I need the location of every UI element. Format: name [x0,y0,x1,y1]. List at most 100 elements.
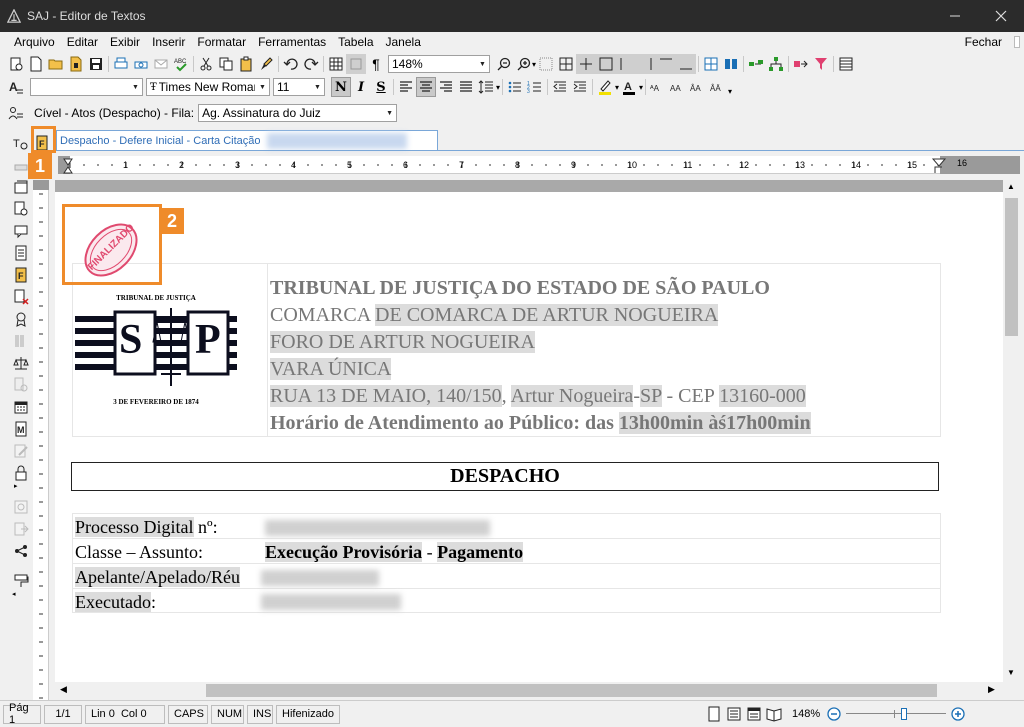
line-spacing-button[interactable] [476,77,496,97]
lock-button[interactable] [11,463,31,483]
insert-field-button[interactable] [746,54,766,74]
shrink-font-button[interactable]: ÂÄ [708,77,728,97]
redo-button[interactable] [301,54,321,74]
insert-table-button[interactable] [326,54,346,74]
open-recent-button[interactable] [66,54,86,74]
scroll-left-icon[interactable]: ◀ [60,684,67,695]
tool-14-button[interactable]: M [11,419,31,439]
tool-11-button[interactable] [11,353,31,373]
document-page[interactable]: FINALIZADO TRIBUNAL DE JUSTIÇA S P 3 DE … [55,192,1003,682]
tool-5-button[interactable] [11,221,31,241]
horizontal-scroll-thumb[interactable] [206,684,937,697]
menu-formatar[interactable]: Formatar [191,35,252,49]
spellcheck-button[interactable]: ABC [171,54,191,74]
menu-ferramentas[interactable]: Ferramentas [252,35,332,49]
tool-18-button[interactable] [11,519,31,539]
zoom-out-button[interactable] [494,54,514,74]
print-preview-button[interactable] [131,54,151,74]
text-tools-button[interactable]: T [11,133,31,153]
bold-button[interactable]: N [331,77,351,97]
horizontal-ruler[interactable]: 1 2 3 4 5 6 7 8 9 10 11 12 13 14 15 16 [58,156,1020,174]
scroll-down-icon[interactable]: ▼ [1007,668,1015,677]
close-button[interactable] [978,0,1024,32]
fechar-button[interactable]: Fechar [965,35,1002,49]
email-button[interactable] [151,54,171,74]
open-button[interactable] [46,54,66,74]
vertical-ruler[interactable] [33,180,49,727]
font-color-button[interactable]: A [619,77,639,97]
font-size-combo[interactable]: 11 ▼ [273,78,325,96]
menu-inserir[interactable]: Inserir [146,35,191,49]
table-borders-top-button[interactable] [656,54,677,74]
table-borders-bottom-button[interactable] [676,54,697,74]
menu-scroll-handle[interactable] [1014,36,1020,48]
zoom-slider[interactable] [846,707,947,721]
tool-15-button[interactable] [11,441,31,461]
new-from-template-button[interactable] [6,54,26,74]
copy-button[interactable] [216,54,236,74]
superscript-case-button[interactable]: ᴬA [648,77,668,97]
menu-editar[interactable]: Editar [61,35,104,49]
tool-7-button[interactable]: F [11,265,31,285]
increase-indent-button[interactable] [570,77,590,97]
share-button[interactable] [11,541,31,561]
decrease-indent-button[interactable] [550,77,570,97]
menu-janela[interactable]: Janela [380,35,427,49]
format-painter-button[interactable] [256,54,276,74]
paste-button[interactable] [236,54,256,74]
menu-arquivo[interactable]: Arquivo [8,35,61,49]
zoom-in-button[interactable] [514,54,534,74]
table-borders-none-button[interactable] [536,54,556,74]
tool-10-button[interactable] [11,331,31,351]
change-case-button[interactable]: AA [668,77,688,97]
minimize-button[interactable] [932,0,978,32]
view-page-button[interactable] [704,704,724,724]
tool-12-button[interactable] [11,375,31,395]
calendar-button[interactable] [11,397,31,417]
bullets-button[interactable] [505,77,525,97]
table-borders-left-button[interactable] [616,54,637,74]
paint-tool-button[interactable] [11,571,31,591]
tab-despacho[interactable]: Despacho - Defere Inicial - Carta Citaçã… [56,130,438,150]
table-borders-all-button[interactable] [556,54,576,74]
numbering-button[interactable]: 123 [525,77,545,97]
layout-columns-button[interactable] [721,54,741,74]
tool-6-button[interactable] [11,243,31,263]
save-button[interactable] [86,54,106,74]
show-paragraph-marks-button[interactable]: ¶ [366,54,386,74]
justify-button[interactable] [456,77,476,97]
status-zoom-out-button[interactable] [824,704,844,724]
tool-8-button[interactable] [11,287,31,307]
queue-button[interactable] [6,103,26,123]
view-draft-button[interactable] [724,704,744,724]
view-book-button[interactable] [764,704,784,724]
table-borders-right-button[interactable] [636,54,657,74]
filter-button[interactable] [811,54,831,74]
status-zoom-in-button[interactable] [948,704,968,724]
style-combo[interactable]: ▼ [30,78,143,96]
horizontal-scrollbar[interactable]: ◀ ▶ [55,682,1003,699]
tool-3-button[interactable] [11,177,31,197]
menu-exibir[interactable]: Exibir [104,35,146,49]
layout-split-button[interactable] [701,54,721,74]
field-tree-button[interactable] [766,54,786,74]
tool-4-button[interactable] [11,199,31,219]
new-document-button[interactable] [26,54,46,74]
menu-tabela[interactable]: Tabela [332,35,379,49]
font-name-combo[interactable]: Ŧ Times New Roman ▼ [146,78,270,96]
highlight-button[interactable] [595,77,615,97]
tool-17-button[interactable] [11,497,31,517]
grow-font-button[interactable]: ÂA [688,77,708,97]
underline-button[interactable]: S [371,77,391,97]
undo-button[interactable] [281,54,301,74]
cut-button[interactable] [196,54,216,74]
scroll-up-icon[interactable]: ▲ [1007,182,1015,191]
zoom-combo[interactable]: 148% ▼ [388,55,490,73]
scroll-right-icon[interactable]: ▶ [988,684,995,695]
grid-toggle-button[interactable] [346,54,366,74]
queue-combo[interactable]: Ag. Assinatura do Juiz ▼ [198,104,398,122]
align-right-button[interactable] [436,77,456,97]
print-button[interactable] [111,54,131,74]
vertical-scroll-thumb[interactable] [1005,198,1018,336]
document-area[interactable]: FINALIZADO TRIBUNAL DE JUSTIÇA S P 3 DE … [55,180,1003,682]
